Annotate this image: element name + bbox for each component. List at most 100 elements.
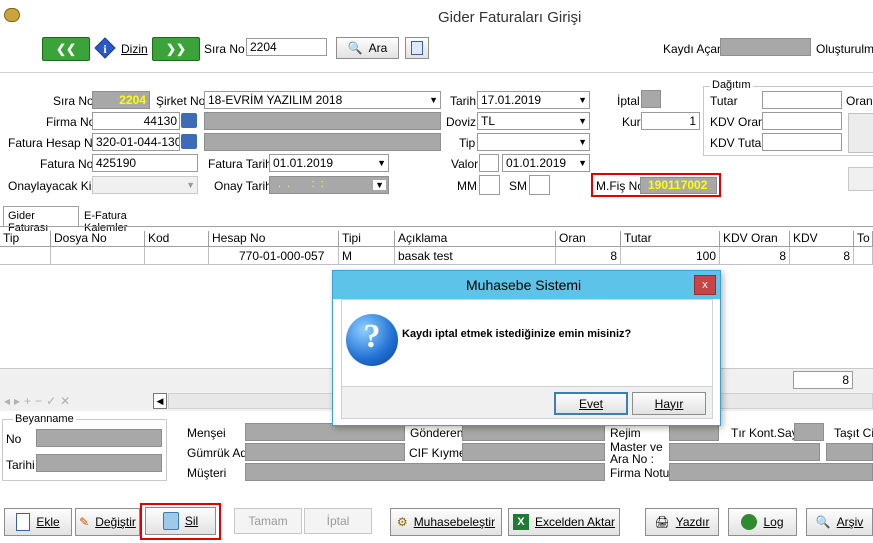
- col-aciklama[interactable]: Açıklama: [395, 231, 556, 247]
- lookup-icon[interactable]: [181, 134, 197, 149]
- doviz-select[interactable]: TL ▼: [477, 112, 590, 130]
- degistir-button[interactable]: ✎ Değiştir: [75, 508, 140, 536]
- gears-icon: ⚙: [396, 515, 408, 529]
- info-icon[interactable]: i: [94, 37, 116, 59]
- yazdir-button[interactable]: 🖨 Yazdır: [645, 508, 719, 536]
- dialog-close-button[interactable]: x: [694, 275, 716, 295]
- fatura-no-input[interactable]: 425190: [92, 154, 198, 172]
- cif-kiymet-label: CIF Kıymet: [409, 446, 470, 460]
- mfis-no-label: M.Fiş No: [596, 179, 644, 193]
- kur-input[interactable]: 1: [641, 112, 700, 130]
- musteri-field: [245, 463, 605, 481]
- tip-select[interactable]: ▼: [477, 133, 590, 151]
- cell-aciklama[interactable]: basak test: [395, 247, 556, 265]
- beyanname-group: Beyanname No Tarihi: [2, 413, 167, 481]
- evet-button[interactable]: Evet: [554, 392, 628, 415]
- fatura-hesap-no-label: Fatura Hesap No: [8, 136, 100, 150]
- tir-kont-say-field: [794, 423, 824, 441]
- cell-hesap-no[interactable]: 770-01-000-057: [209, 247, 339, 265]
- iptal-checkbox[interactable]: [641, 90, 661, 108]
- fatura-tarihi-picker[interactable]: 01.01.2019 ▼: [269, 154, 389, 172]
- cell-tutar[interactable]: 100: [621, 247, 720, 265]
- tab-e-fatura-kalemler[interactable]: E-Fatura Kalemler: [80, 208, 172, 234]
- ara-no-label: Ara No :: [610, 452, 655, 466]
- tab-line: [0, 226, 873, 227]
- chevron-down-icon: ▼: [578, 116, 587, 126]
- firma-no-label: Firma No: [46, 115, 96, 129]
- sirket-no-select[interactable]: 18-EVRİM YAZILIM 2018 ▼: [204, 91, 441, 109]
- sil-button[interactable]: Sil: [145, 507, 216, 535]
- dagitim-side-button[interactable]: [848, 113, 873, 153]
- cell-oran[interactable]: 8: [556, 247, 621, 265]
- cell-toplam[interactable]: [854, 247, 873, 265]
- cell-kdv-oran[interactable]: 8: [720, 247, 790, 265]
- cell-tipi[interactable]: M: [339, 247, 395, 265]
- next-record-button[interactable]: ❯❯: [152, 37, 200, 61]
- excelden-aktar-button[interactable]: X Excelden Aktar: [508, 508, 620, 536]
- dizin-link[interactable]: Dizin: [121, 42, 148, 56]
- master-ara-no-field: [669, 443, 820, 461]
- firma-no-input[interactable]: 44130: [92, 112, 180, 130]
- tarih-date-picker[interactable]: 17.01.2019 ▼: [477, 91, 590, 109]
- navigator-icons[interactable]: ◂▸+−✓✕: [4, 394, 74, 408]
- ara-button[interactable]: 🔍 Ara: [336, 37, 399, 59]
- col-tutar[interactable]: Tutar: [621, 231, 720, 247]
- tip-label: Tip: [459, 136, 476, 150]
- log-button[interactable]: Log: [728, 508, 797, 536]
- mm-input[interactable]: [479, 175, 500, 195]
- kaydi-acan-label: Kaydı Açan: [663, 42, 724, 56]
- side-small-button[interactable]: [848, 167, 873, 191]
- confirm-dialog: Muhasebe Sistemi x ? Kaydı iptal etmek i…: [332, 270, 721, 426]
- sira-no-label: Sıra No: [204, 42, 245, 56]
- dagitim-title: Dağıtım: [710, 79, 753, 91]
- chevron-down-icon: ▼: [578, 158, 587, 168]
- onaylayacak-kisi-select[interactable]: ▼: [92, 176, 198, 194]
- hesap-name-field: [204, 133, 441, 151]
- col-kod[interactable]: Kod: [145, 231, 209, 247]
- tab-gider-faturasi[interactable]: Gider Faturası: [3, 206, 79, 234]
- beyanname-tarihi-label: Tarihi: [6, 458, 35, 472]
- col-oran[interactable]: Oran: [556, 231, 621, 247]
- col-tipi[interactable]: Tipi: [339, 231, 395, 247]
- hayir-button[interactable]: Hayır: [632, 392, 706, 415]
- cell-kod[interactable]: [145, 247, 209, 265]
- beyanname-tarihi-field: [36, 454, 162, 472]
- sira-no-search-input[interactable]: 2204: [246, 38, 327, 56]
- col-tip[interactable]: Tip: [0, 231, 51, 247]
- dagitim-tutar-input[interactable]: [762, 91, 842, 109]
- dagitim-kdv-oran-input[interactable]: [762, 112, 842, 130]
- muhasebelestir-button[interactable]: ⚙ Muhasebeleştir: [390, 508, 502, 536]
- copy-button[interactable]: [405, 37, 429, 59]
- fatura-hesap-no-input[interactable]: 320-01-044-130: [92, 133, 180, 151]
- tasit-cin-field: [826, 443, 873, 461]
- arsiv-button[interactable]: 🔍 Arşiv: [806, 508, 873, 536]
- col-hesap-no[interactable]: Hesap No: [209, 231, 339, 247]
- first-record-button[interactable]: ❮❮: [42, 37, 90, 61]
- search-icon: 🔍: [347, 41, 363, 55]
- col-toplam[interactable]: To: [854, 231, 873, 247]
- dagitim-oran-label: Oran: [846, 94, 873, 108]
- tamam-button: Tamam: [234, 508, 302, 534]
- scroll-left-button[interactable]: ◀: [153, 393, 167, 409]
- col-dosya-no[interactable]: Dosya No: [51, 231, 145, 247]
- onay-tarihi-picker[interactable]: . . : : ▼: [269, 176, 389, 194]
- kur-label: Kur: [622, 115, 641, 129]
- valor-date-picker[interactable]: 01.01.2019 ▼: [502, 154, 590, 172]
- sm-input[interactable]: [529, 175, 550, 195]
- recycle-bin-icon: [162, 512, 179, 530]
- ekle-button[interactable]: Ekle: [4, 508, 72, 536]
- copy-icon: [411, 41, 423, 55]
- lookup-icon[interactable]: [181, 113, 197, 128]
- firma-notu-field: [669, 463, 873, 481]
- dialog-titlebar[interactable]: Muhasebe Sistemi x: [333, 271, 720, 299]
- gumruk-adi-label: Gümrük Adı: [187, 446, 251, 460]
- cell-tip[interactable]: [0, 247, 51, 265]
- dagitim-kdv-tutar-input[interactable]: [762, 133, 842, 151]
- cell-kdv[interactable]: 8: [790, 247, 854, 265]
- chevron-down-icon: ▼: [186, 180, 195, 190]
- valor-checkbox[interactable]: [479, 154, 499, 172]
- edit-pencil-icon: ✎: [79, 515, 90, 529]
- col-kdv[interactable]: KDV: [790, 231, 854, 247]
- col-kdv-oran[interactable]: KDV Oran: [720, 231, 790, 247]
- cell-dosya-no[interactable]: [51, 247, 145, 265]
